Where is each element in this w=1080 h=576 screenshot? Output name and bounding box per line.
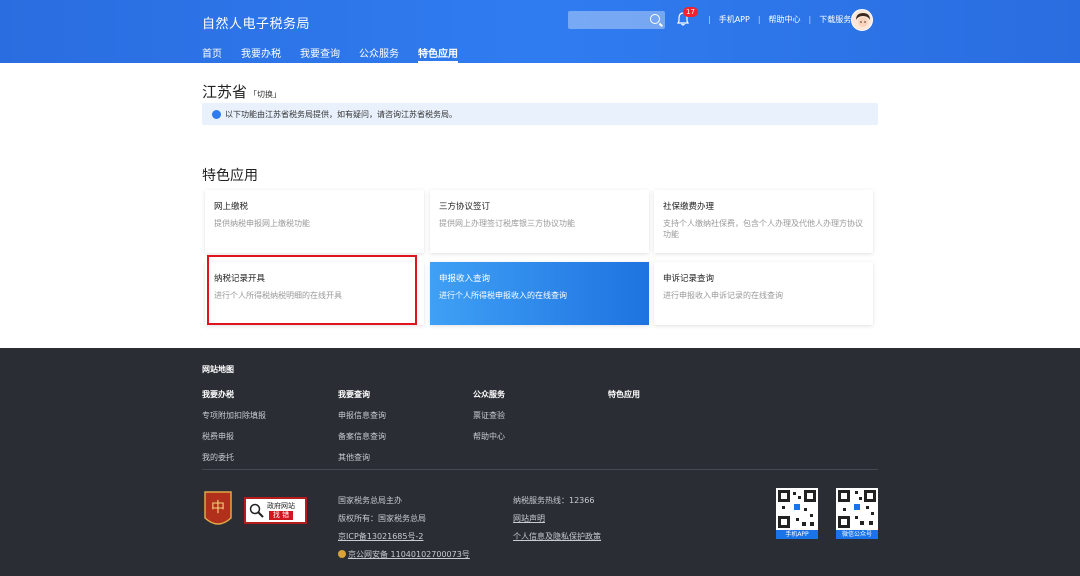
footer-divider xyxy=(202,469,878,470)
gov-badge-line2: 找 错 xyxy=(268,510,294,520)
hotline-text: 纳税服务热线：12366 xyxy=(513,496,595,505)
footer-col-public: 公众服务 票证查验 帮助中心 xyxy=(473,389,505,452)
province-name: 江苏省 xyxy=(202,83,248,101)
header-links: | 手机APP | 帮助中心 | 下载服务 xyxy=(700,14,851,25)
gov-website-error-badge[interactable]: 政府网站 找 错 xyxy=(244,497,307,524)
card-title: 纳税记录开具 xyxy=(214,274,266,284)
card-tax-record-issuance[interactable]: 纳税记录开具 进行个人所得税纳税明细的在线开具 xyxy=(205,262,424,325)
notice-text: 以下功能由江苏省税务局提供，如有疑问，请咨询江苏省税务局。 xyxy=(225,109,457,119)
province-title: 江苏省 「切换」 xyxy=(202,81,281,102)
police-record-link[interactable]: 京公网安备 11040102700073号 xyxy=(338,549,470,560)
footer-col-head: 我要办税 xyxy=(202,390,234,399)
gov-badge-text: 政府网站 找 错 xyxy=(267,502,295,520)
privacy-policy-link[interactable]: 个人信息及隐私保护政策 xyxy=(513,531,601,542)
search-icon[interactable] xyxy=(650,14,660,24)
card-social-insurance[interactable]: 社保缴费办理 支持个人缴纳社保费，包含个人办理及代他人办理方协议功能 xyxy=(654,190,873,253)
card-desc: 支持个人缴纳社保费，包含个人办理及代他人办理方协议功能 xyxy=(663,219,863,239)
card-title: 社保缴费办理 xyxy=(663,202,715,212)
province-switch-link[interactable]: 「切换」 xyxy=(249,90,281,99)
police-record-text: 京公网安备 11040102700073号 xyxy=(348,550,470,559)
separator: | xyxy=(808,15,812,24)
site-map-title: 网站地图 xyxy=(202,365,234,374)
gov-badge-line1: 政府网站 xyxy=(267,501,295,510)
qr-code-icon xyxy=(776,488,818,530)
svg-text:中: 中 xyxy=(211,500,225,516)
card-title: 网上缴税 xyxy=(214,202,249,212)
footer-link[interactable]: 税费申报 xyxy=(202,431,266,442)
card-income-query[interactable]: 申报收入查询 进行个人所得税申报收入的在线查询 xyxy=(430,262,649,325)
separator: | xyxy=(757,15,761,24)
main-nav: 首页 我要办税 我要查询 公众服务 特色应用 xyxy=(202,45,477,63)
card-title: 申报收入查询 xyxy=(439,274,491,284)
nav-featured-apps[interactable]: 特色应用 xyxy=(418,45,458,63)
card-online-tax-payment[interactable]: 网上缴税 提供纳税申报网上缴税功能 xyxy=(205,190,424,253)
qr-label: 微信公众号 xyxy=(836,530,878,539)
footer-info-right: 纳税服务热线：12366 网站声明 个人信息及隐私保护政策 xyxy=(513,495,601,549)
nav-public-service[interactable]: 公众服务 xyxy=(359,45,399,63)
copyright-text: 版权所有：国家税务总局 xyxy=(338,514,426,523)
qr-wechat[interactable]: 微信公众号 xyxy=(836,488,878,539)
section-title: 特色应用 xyxy=(202,168,258,184)
footer-link[interactable]: 申报信息查询 xyxy=(338,410,386,421)
police-badge-icon xyxy=(338,550,346,558)
search-input[interactable] xyxy=(568,11,665,29)
nav-home[interactable]: 首页 xyxy=(202,45,222,63)
card-appeal-record-query[interactable]: 申诉记录查询 进行申报收入申诉记录的在线查询 xyxy=(654,262,873,325)
qr-label: 手机APP xyxy=(776,530,818,539)
avatar[interactable] xyxy=(851,9,873,31)
download-service-link[interactable]: 下载服务 xyxy=(819,14,851,25)
mobile-app-link[interactable]: 手机APP xyxy=(719,14,750,25)
help-center-link[interactable]: 帮助中心 xyxy=(769,14,801,25)
card-desc: 进行申报收入申诉记录的在线查询 xyxy=(663,291,783,300)
footer-col-tax: 我要办税 专项附加扣除填报 税费申报 我的委托 xyxy=(202,389,266,473)
info-notice: 以下功能由江苏省税务局提供，如有疑问，请咨询江苏省税务局。 xyxy=(202,103,878,125)
card-desc: 进行个人所得税申报收入的在线查询 xyxy=(439,291,567,300)
card-title: 三方协议签订 xyxy=(439,202,491,212)
footer-info-left: 国家税务总局主办 版权所有：国家税务总局 京ICP备13021685号-2 京公… xyxy=(338,495,470,567)
footer-col-head: 我要查询 xyxy=(338,390,370,399)
footer-link[interactable]: 备案信息查询 xyxy=(338,431,386,442)
icp-link[interactable]: 京ICP备13021685号-2 xyxy=(338,531,470,542)
nav-tax-handling[interactable]: 我要办税 xyxy=(241,45,281,63)
footer-col-head: 特色应用 xyxy=(608,390,640,399)
card-desc: 提供纳税申报网上缴税功能 xyxy=(214,219,310,228)
footer-link[interactable]: 帮助中心 xyxy=(473,431,505,442)
site-statement-link[interactable]: 网站声明 xyxy=(513,513,601,524)
notification-badge: 17 xyxy=(683,7,698,17)
info-icon xyxy=(212,109,221,119)
footer-col-head: 公众服务 xyxy=(473,390,505,399)
qr-mobile-app[interactable]: 手机APP xyxy=(776,488,818,539)
footer-link[interactable]: 专项附加扣除填报 xyxy=(202,410,266,421)
card-title: 申诉记录查询 xyxy=(663,274,715,284)
card-desc: 提供网上办理签订税库银三方协议功能 xyxy=(439,219,575,228)
footer: 网站地图 我要办税 专项附加扣除填报 税费申报 我的委托 我要查询 申报信息查询… xyxy=(0,348,1080,576)
footer-link[interactable]: 其他查询 xyxy=(338,452,386,463)
site-brand[interactable]: 自然人电子税务局 xyxy=(202,13,310,32)
qr-code-icon xyxy=(836,488,878,530)
nav-query[interactable]: 我要查询 xyxy=(300,45,340,63)
card-tripartite-agreement[interactable]: 三方协议签订 提供网上办理签订税库银三方协议功能 xyxy=(430,190,649,253)
footer-link[interactable]: 票证查验 xyxy=(473,410,505,421)
organizer-text: 国家税务总局主办 xyxy=(338,496,402,505)
footer-col-featured: 特色应用 xyxy=(608,389,640,410)
separator: | xyxy=(708,15,711,24)
top-header: 自然人电子税务局 首页 我要办税 我要查询 公众服务 特色应用 17 | 手机A… xyxy=(0,0,1080,63)
footer-link[interactable]: 我的委托 xyxy=(202,452,266,463)
tax-emblem-icon: 中 xyxy=(203,490,233,530)
card-desc: 进行个人所得税纳税明细的在线开具 xyxy=(214,291,342,300)
footer-col-query: 我要查询 申报信息查询 备案信息查询 其他查询 xyxy=(338,389,386,473)
